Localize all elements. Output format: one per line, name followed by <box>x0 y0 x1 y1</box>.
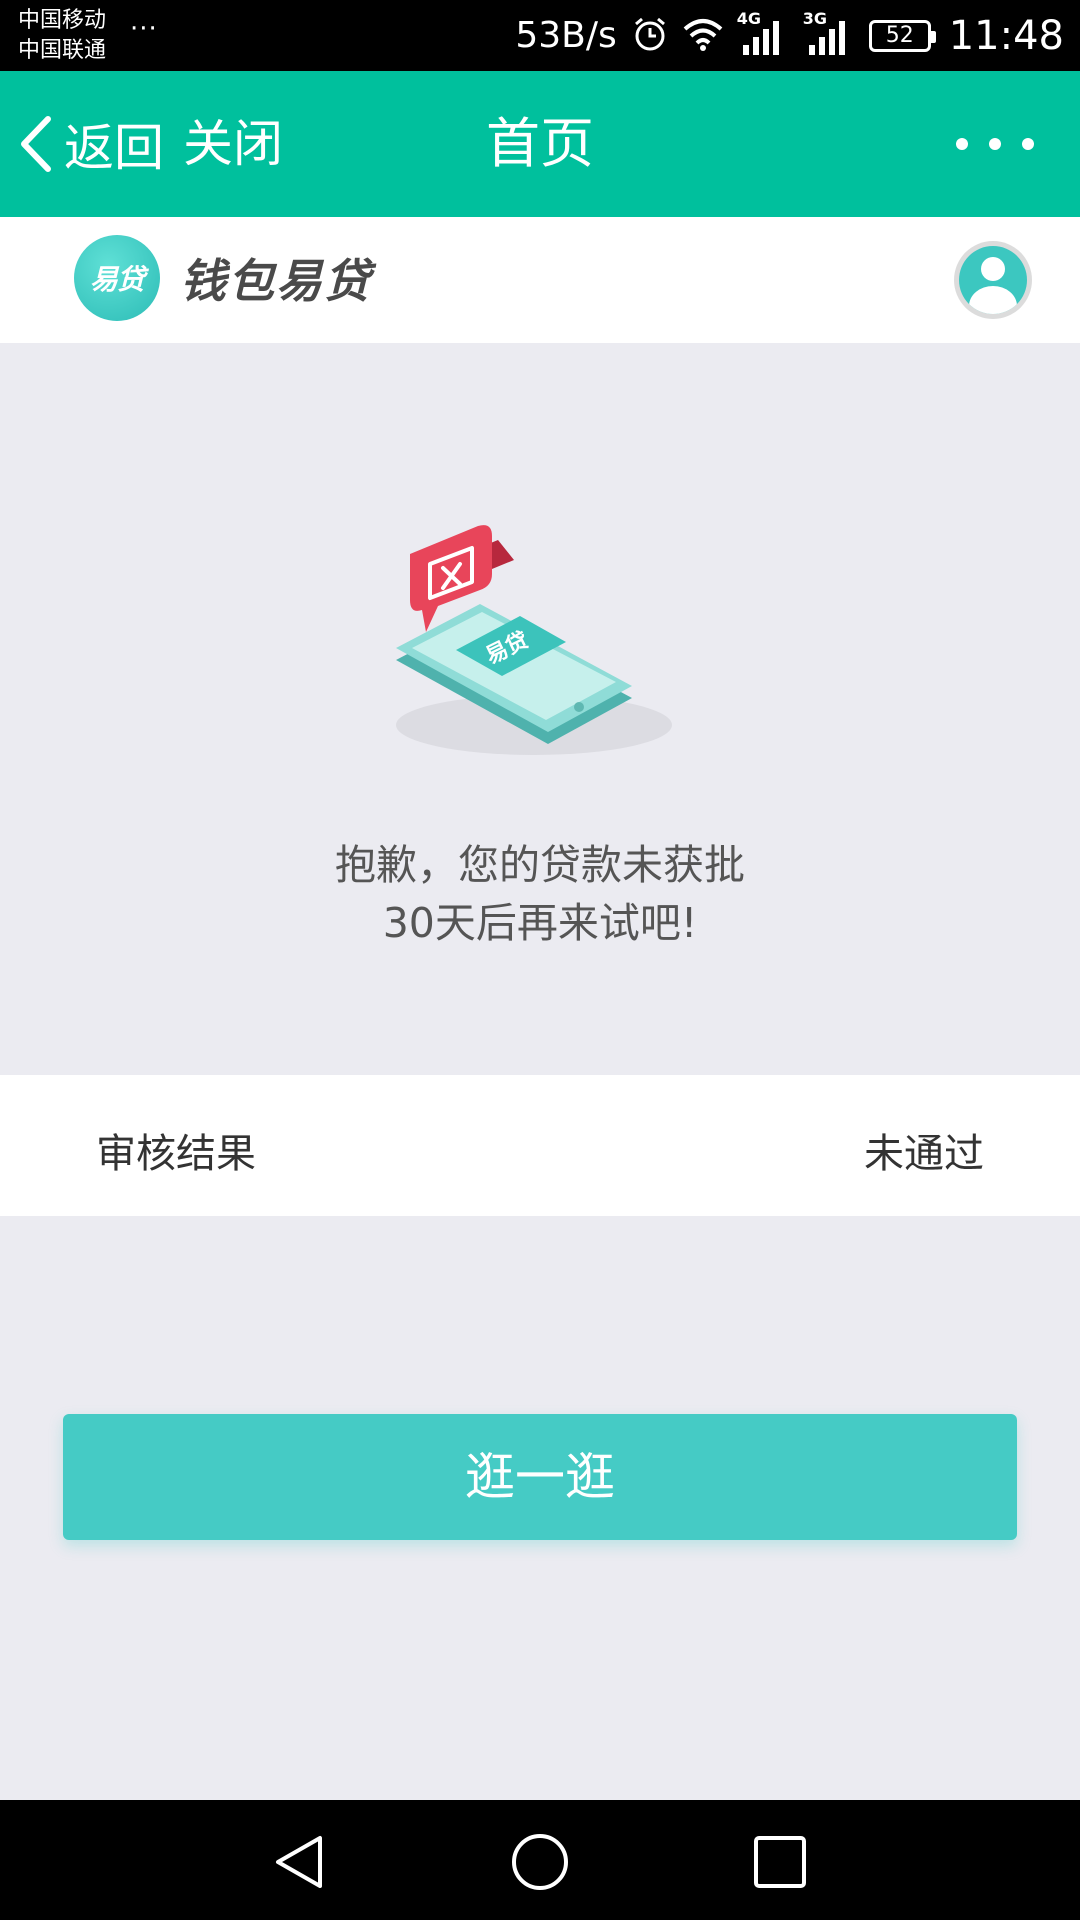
brand-header: 易贷 钱包易贷 <box>0 217 1080 343</box>
browse-button[interactable]: 逛一逛 <box>63 1414 1017 1540</box>
system-home-icon[interactable] <box>510 1832 570 1892</box>
page-title: 首页 <box>486 112 594 175</box>
system-navigation-bar <box>0 1800 1080 1920</box>
signal-sim2-icon: 3G <box>803 9 855 61</box>
carrier-2: 中国联通 <box>18 38 107 63</box>
rejection-message-line2: 30天后再来试吧! <box>382 899 698 947</box>
brand-name: 钱包易贷 <box>180 254 372 308</box>
system-recents-icon[interactable] <box>750 1832 810 1892</box>
system-back-icon[interactable] <box>270 1832 330 1892</box>
review-result-label: 审核结果 <box>96 1131 256 1177</box>
carrier-names: 中国移动 中国联通 <box>18 6 106 66</box>
carrier-1: 中国移动 <box>18 8 107 33</box>
network-speed: 53B/s <box>515 15 617 56</box>
nav-bar: 返回 关闭 首页 <box>0 71 1080 217</box>
battery-icon: 52 <box>868 19 936 52</box>
brand-logo-text: 易贷 <box>89 263 145 296</box>
review-result-value: 未通过 <box>864 1131 984 1177</box>
wifi-icon <box>683 17 723 55</box>
alarm-icon <box>631 15 669 57</box>
status-bar: 中国移动 中国联通 ··· 53B/s 4G 3G 52 11:48 <box>0 0 1080 71</box>
notification-more-icon: ··· <box>130 14 158 44</box>
rejection-message-line1: 抱歉，您的贷款未获批 <box>335 841 745 889</box>
loan-rejected-illustration: 易贷 <box>380 520 700 770</box>
review-result-row: 审核结果 未通过 <box>0 1075 1080 1216</box>
signal-sim1-icon: 4G <box>737 9 789 61</box>
more-dots-icon[interactable] <box>950 127 1040 161</box>
rejection-message: 抱歉，您的贷款未获批 30天后再来试吧! <box>0 836 1080 952</box>
phone-home-button <box>574 702 584 712</box>
brand-logo: 易贷 <box>74 235 160 321</box>
clock: 11:48 <box>948 12 1064 59</box>
user-avatar-icon[interactable] <box>954 241 1032 319</box>
